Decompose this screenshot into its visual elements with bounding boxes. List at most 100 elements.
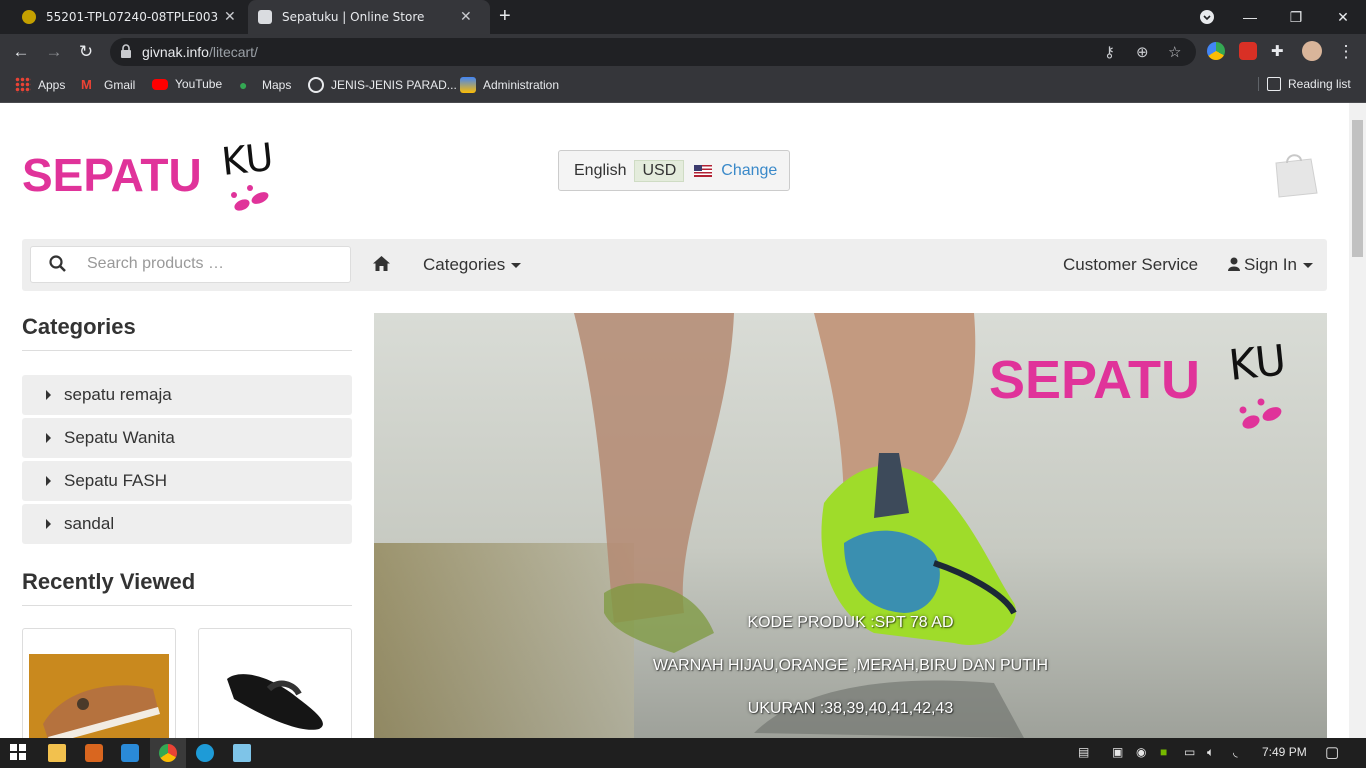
chrome-taskbar-item[interactable] [150,738,186,768]
search-icon [49,255,66,272]
caret-right-icon [46,390,51,400]
forward-icon[interactable]: → [44,42,64,62]
store-logo[interactable]: SEPATU KU [22,133,292,223]
home-icon[interactable] [373,256,390,276]
tab-favicon-icon [258,10,272,24]
sublime-icon[interactable] [85,744,103,762]
logo-suffix: KU [219,135,275,184]
news-icon[interactable]: ▤ [1078,745,1089,759]
main-navbar: Categories Customer Service Sign In [22,239,1327,291]
windows-taskbar: ▤ ▣ ◉ ■ ▭ 🔈︎ ◟ 7:49 PM ▢ [0,738,1366,768]
hero-banner[interactable]: SEPATU KU KODE PRODUK :SPT 78 AD WARNAH … [374,313,1327,738]
bookmark-administration[interactable]: Administration [460,77,559,93]
puzzle-icon[interactable]: ✚ [1271,42,1289,60]
notification-icon[interactable]: ▢ [1325,743,1339,761]
tab-label: 55201-TPL07240-08TPLE003-202 [46,10,218,24]
customer-service-link[interactable]: Customer Service [1063,255,1198,275]
category-item[interactable]: Sepatu FASH [22,461,352,501]
apps-grid-icon [15,77,31,93]
browser-toolbar: ← → ↻ givnak.info/litecart/ ⚷ ⊕ ☆ ✚ ⋮ [0,34,1366,70]
recently-viewed-product[interactable] [22,628,176,738]
divider [22,350,352,351]
browser-tab-2[interactable]: Sepatuku | Online Store ✕ [248,0,490,34]
banner-caption-line: KODE PRODUK :SPT 78 AD [747,614,954,631]
bookmark-star-icon[interactable]: ☆ [1168,43,1181,61]
url-text: givnak.info/litecart/ [142,44,258,60]
close-icon[interactable]: ✕ [224,9,236,25]
region-selector: English USD Change [558,150,790,191]
divider [22,605,352,606]
new-tab-icon[interactable]: + [499,5,511,28]
caret-right-icon [46,433,51,443]
cart-icon[interactable] [1271,151,1319,204]
menu-icon[interactable]: ⋮ [1336,42,1356,62]
globe-icon [308,77,324,93]
chevron-down-icon [511,263,522,269]
battery-icon[interactable]: ▭ [1184,745,1195,759]
close-icon[interactable]: ✕ [460,9,472,25]
key-icon[interactable]: ⚷ [1104,43,1115,61]
vscode-icon[interactable] [121,744,139,762]
category-item[interactable]: sandal [22,504,352,544]
zoom-icon[interactable]: ⊕ [1136,43,1149,61]
sign-in-menu[interactable]: Sign In [1228,255,1313,275]
browser-tab-strip: 55201-TPL07240-08TPLE003-202 ✕ Sepatuku … [0,0,1366,34]
volume-icon[interactable]: 🔈︎ [1207,745,1214,760]
wifi-icon[interactable]: ◟ [1233,745,1238,759]
caret-right-icon [46,476,51,486]
extension-red-icon[interactable] [1239,42,1257,60]
gmail-icon: M [81,77,92,92]
search-box[interactable] [30,246,351,283]
minimize-icon[interactable]: — [1227,0,1273,34]
product-image [29,654,169,738]
banner-caption-line: WARNAH HIJAU,ORANGE ,MERAH,BIRU DAN PUTI… [653,657,1048,674]
change-region-link[interactable]: Change [721,162,777,180]
category-item[interactable]: sepatu remaja [22,375,352,415]
address-bar[interactable]: givnak.info/litecart/ ⚷ ⊕ ☆ [110,38,1196,66]
profile-avatar[interactable] [1302,41,1322,61]
bookmark-maps[interactable]: ● Maps [239,77,291,93]
window-close-icon[interactable]: ✕ [1320,0,1366,34]
bookmark-gmail[interactable]: M Gmail [81,77,135,93]
browser-tab-1[interactable]: 55201-TPL07240-08TPLE003-202 ✕ [12,0,248,34]
restore-icon[interactable]: ❐ [1273,0,1319,34]
recently-viewed-heading: Recently Viewed [22,569,196,594]
category-item[interactable]: Sepatu Wanita [22,418,352,458]
chrome-icon [159,744,177,762]
search-input[interactable] [87,255,337,273]
web-page: SEPATU KU English USD Change Search prod… [0,103,1349,738]
back-icon[interactable]: ← [11,42,31,62]
svg-text:KU: KU [1226,335,1288,390]
file-explorer-icon[interactable] [48,744,66,762]
product-image [227,674,323,730]
lock-icon [121,44,131,58]
caret-right-icon [46,519,51,529]
scrollbar-thumb[interactable] [1352,120,1363,257]
tab-search-icon[interactable] [1184,0,1230,34]
categories-menu-label: Categories [423,255,506,274]
windows-start-icon[interactable] [10,744,28,762]
tab-favicon-icon [22,10,36,24]
device-icon[interactable]: ▣ [1112,745,1123,759]
extension-icon[interactable] [1207,42,1225,60]
youtube-icon [152,78,168,90]
notepad-icon[interactable] [233,744,251,762]
extension-tray-icon[interactable]: ◉ [1136,745,1146,759]
clock[interactable]: 7:49 PM [1262,745,1307,759]
categories-menu[interactable]: Categories [423,255,522,275]
reading-list-icon [1267,77,1281,91]
reload-icon[interactable]: ↻ [76,42,96,62]
bookmark-jenis[interactable]: JENIS-JENIS PARAD... [308,77,457,93]
bookmarks-bar: Apps M Gmail YouTube ● Maps JENIS-JENIS … [0,70,1366,103]
reading-list-button[interactable]: Reading list [1258,77,1351,91]
svg-text:SEPATU: SEPATU [989,350,1200,410]
banner-caption-line: UKURAN :38,39,40,41,42,43 [747,700,954,717]
page-scrollbar[interactable] [1349,103,1366,738]
bookmark-youtube[interactable]: YouTube [152,77,222,91]
recently-viewed-product[interactable] [198,628,352,738]
edge-icon[interactable] [196,744,214,762]
chevron-down-icon [1302,263,1313,269]
categories-heading: Categories [22,314,136,339]
bookmark-apps[interactable]: Apps [15,77,65,93]
nvidia-icon[interactable]: ■ [1160,745,1167,759]
